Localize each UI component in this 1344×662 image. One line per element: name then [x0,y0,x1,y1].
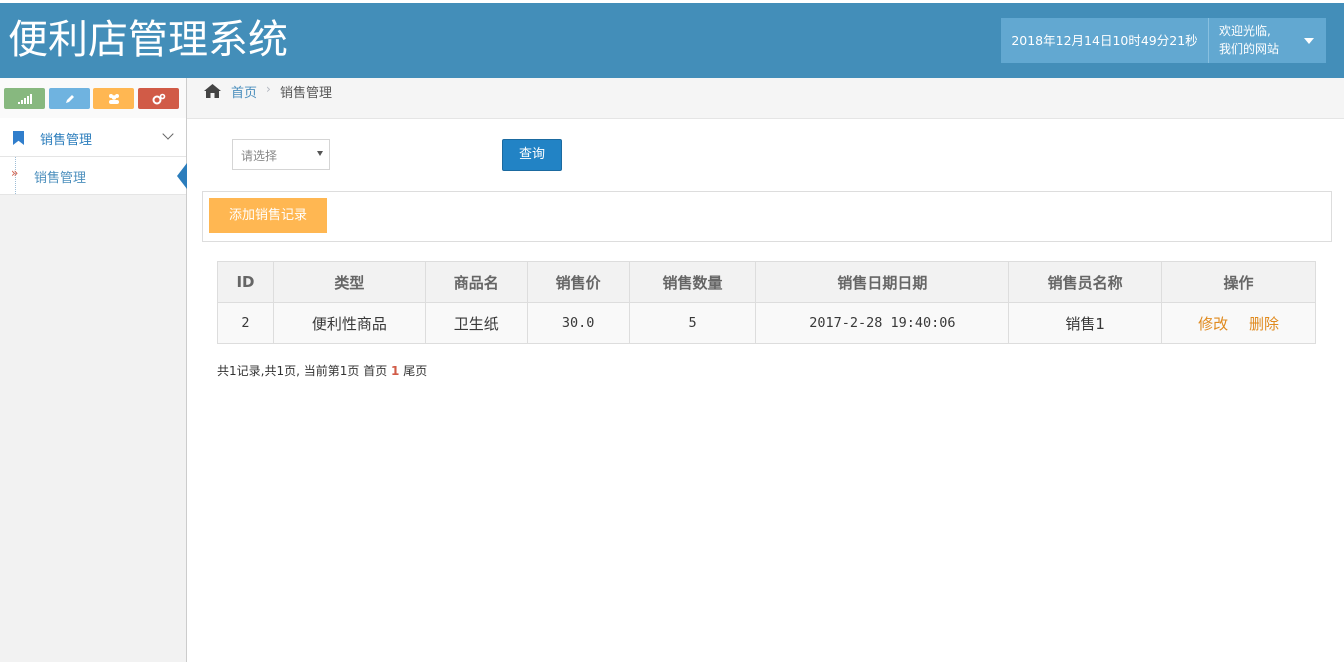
pagination-summary: 共1记录,共1页, 当前第1页 [217,364,360,378]
user-menu[interactable]: 欢迎光临, 我们的网站 [1208,18,1327,63]
column-header: ID [217,261,274,303]
cell-name: 卫生纸 [424,302,528,344]
column-header: 操作 [1161,261,1316,303]
current-datetime: 2018年12月14日10时49分21秒 [1011,33,1198,48]
action-toolbar: 添加销售记录 [202,191,1332,242]
welcome-text: 欢迎光临, 我们的网站 [1219,22,1279,58]
column-header: 类型 [272,261,426,303]
last-page-link[interactable]: 尾页 [403,364,427,378]
sidebar-subitem-label: 销售管理 [34,171,87,186]
delete-link[interactable]: 删除 [1249,315,1279,333]
caret-down-icon[interactable] [1304,38,1314,44]
column-header: 商品名 [424,261,528,303]
pagination: 共1记录,共1页, 当前第1页 首页 1 尾页 [217,362,427,379]
cell-actions: 修改 删除 [1161,302,1316,344]
users-icon [108,94,119,104]
table-header-row: ID 类型 商品名 销售价 销售数量 销售日期日期 销售员名称 操作 [217,261,1316,303]
column-header: 销售价 [526,261,630,303]
welcome-line-1: 欢迎光临, [1219,24,1271,38]
user-area: 2018年12月14日10时49分21秒 欢迎光临, 我们的网站 [1001,18,1326,63]
column-header: 销售员名称 [1008,261,1163,303]
shortcut-settings-button[interactable] [138,88,179,109]
navbar: 便利店管理系统 2018年12月14日10时49分21秒 欢迎光临, 我们的网站 [0,3,1344,78]
category-select[interactable]: 请选择 [232,139,330,170]
current-page: 1 [391,364,400,378]
sidebar-item-sales[interactable]: 销售管理 [0,118,186,157]
welcome-line-2: 我们的网站 [1219,42,1280,56]
cell-seller: 销售1 [1008,302,1163,344]
sidebar: 销售管理 » 销售管理 [0,78,187,662]
shortcut-edit-button[interactable] [49,88,90,109]
breadcrumb: 首页 › 销售管理 [187,78,1344,119]
column-header: 销售日期日期 [755,261,1010,303]
cell-price: 30.0 [526,302,630,344]
table-row: 2 便利性商品 卫生纸 30.0 5 2017-2-28 19:40:06 销售… [217,302,1316,344]
edit-link[interactable]: 修改 [1198,315,1228,333]
signal-icon [17,94,32,104]
home-icon [204,84,221,98]
sidebar-item-label: 销售管理 [40,133,93,148]
first-page-link[interactable]: 首页 [363,364,387,378]
bookmark-icon [13,131,24,145]
sidebar-subitem-sales[interactable]: » 销售管理 [0,157,187,195]
cell-qty: 5 [628,302,757,344]
active-indicator [177,163,187,189]
shortcut-stats-button[interactable] [4,88,45,109]
breadcrumb-current: 销售管理 [280,86,333,101]
column-header: 销售数量 [628,261,757,303]
shortcut-users-button[interactable] [93,88,134,109]
sidebar-shortcuts [0,78,186,119]
add-sales-record-button[interactable]: 添加销售记录 [209,198,327,233]
cell-date: 2017-2-28 19:40:06 [755,302,1010,344]
sales-table: ID 类型 商品名 销售价 销售数量 销售日期日期 销售员名称 操作 2 便利性… [217,261,1316,344]
cell-id: 2 [217,302,274,344]
breadcrumb-home-link[interactable]: 首页 [231,82,257,101]
breadcrumb-separator-icon: › [266,82,271,96]
caret-down-icon [317,151,323,156]
app-title: 便利店管理系统 [8,17,288,63]
cogs-icon [152,93,165,105]
query-button[interactable]: 查询 [502,139,562,171]
cell-type: 便利性商品 [272,302,426,344]
category-select-value: 请选择 [241,149,278,163]
double-angle-right-icon: » [11,166,19,180]
pencil-icon [65,95,74,103]
chevron-down-icon [162,128,174,140]
